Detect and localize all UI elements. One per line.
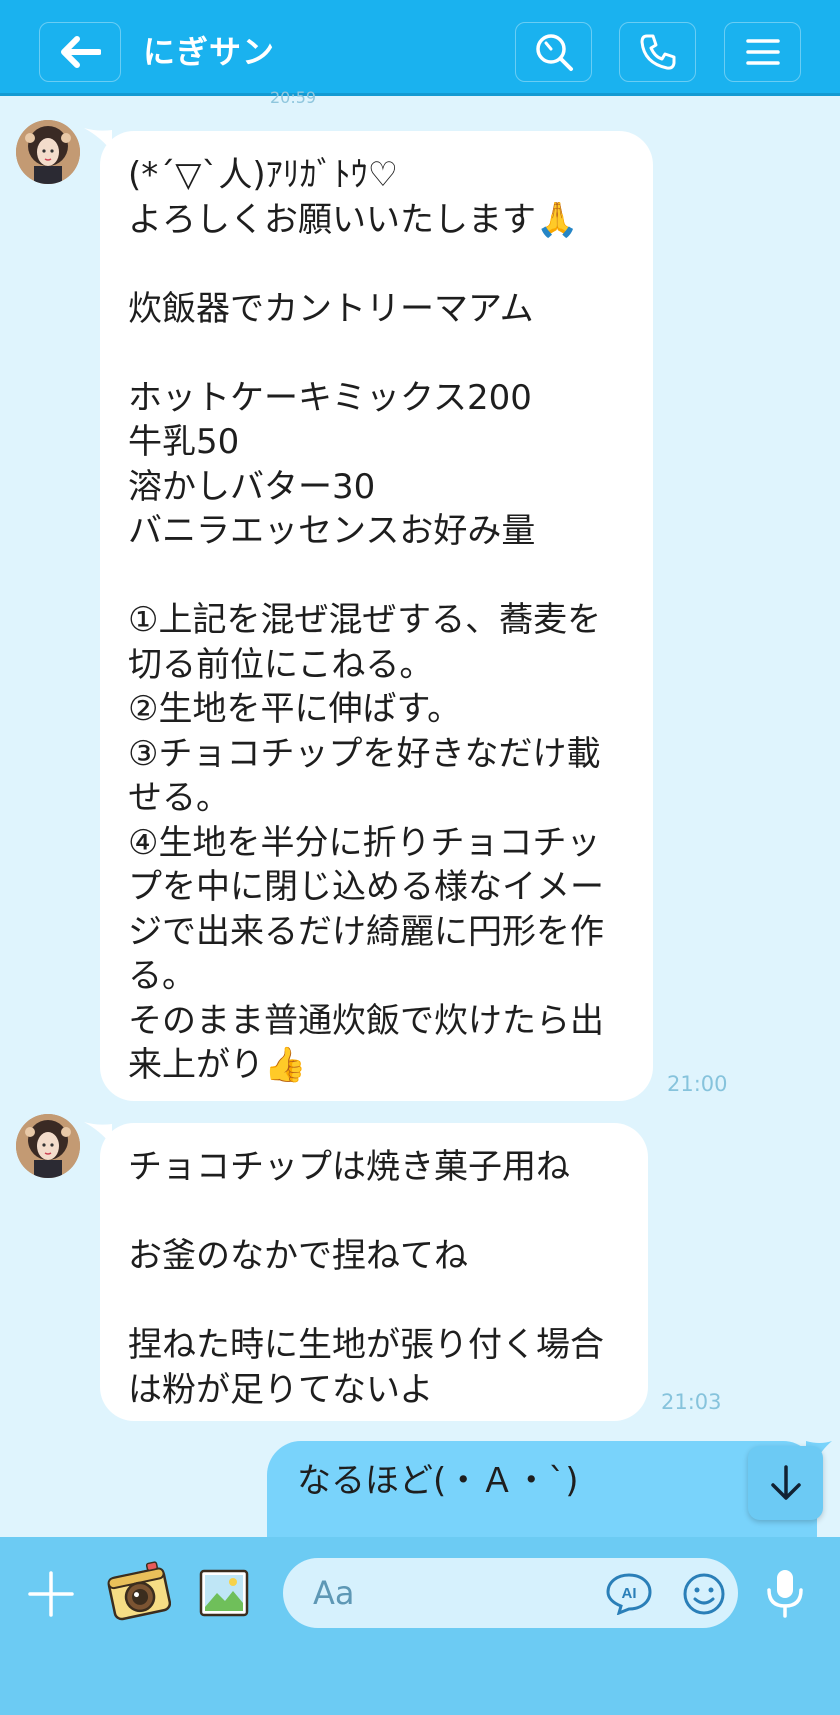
message-bubble-outgoing[interactable]: なるほど(・Ａ・`): [267, 1441, 817, 1537]
search-icon: [535, 34, 573, 71]
message-timestamp: 21:03: [661, 1390, 722, 1414]
message-text-field[interactable]: AI: [283, 1558, 738, 1628]
chat-header: にぎサン: [0, 0, 840, 96]
chat-title: にぎサン: [143, 33, 276, 71]
camera-button[interactable]: [106, 1559, 172, 1625]
avatar[interactable]: [16, 120, 80, 184]
search-button[interactable]: [515, 22, 592, 82]
emoji-button[interactable]: [681, 1571, 727, 1617]
partial-timestamp: 20:59: [270, 88, 317, 107]
scroll-to-bottom-button[interactable]: [748, 1446, 823, 1520]
avatar-image: [16, 1114, 80, 1178]
menu-button[interactable]: [724, 22, 801, 82]
call-button[interactable]: [619, 22, 696, 82]
add-button[interactable]: [26, 1569, 76, 1619]
message-timestamp: 21:00: [667, 1072, 728, 1096]
message-input[interactable]: [313, 1570, 593, 1616]
avatar[interactable]: [16, 1114, 80, 1178]
back-button[interactable]: [39, 22, 121, 82]
ai-button[interactable]: AI: [605, 1570, 653, 1616]
image-button[interactable]: [198, 1567, 250, 1619]
message-bubble-incoming[interactable]: チョコチップは焼き菓子用ね お釜のなかで捏ねてね 捏ねた時に生地が張り付く場合 …: [100, 1123, 648, 1421]
image-icon: [199, 1569, 249, 1617]
mic-icon: [767, 1570, 803, 1618]
avatar-image: [16, 120, 80, 184]
plus-icon: [28, 1571, 74, 1617]
message-input-bar: AI: [0, 1537, 840, 1715]
message-bubble-incoming[interactable]: (*´▽`人)ｱﾘｶﾞﾄｳ♡ よろしくお願いいたします🙏 炊飯器でカントリーマア…: [100, 131, 653, 1101]
phone-icon: [640, 34, 675, 70]
camera-icon: [107, 1561, 171, 1621]
ai-label: AI: [622, 1585, 637, 1602]
arrow-down-icon: [770, 1465, 801, 1500]
arrow-left-icon: [61, 36, 101, 68]
menu-icon: [745, 39, 780, 65]
voice-button[interactable]: [764, 1567, 806, 1619]
ai-icon: AI: [606, 1573, 652, 1615]
emoji-icon: [683, 1573, 725, 1615]
